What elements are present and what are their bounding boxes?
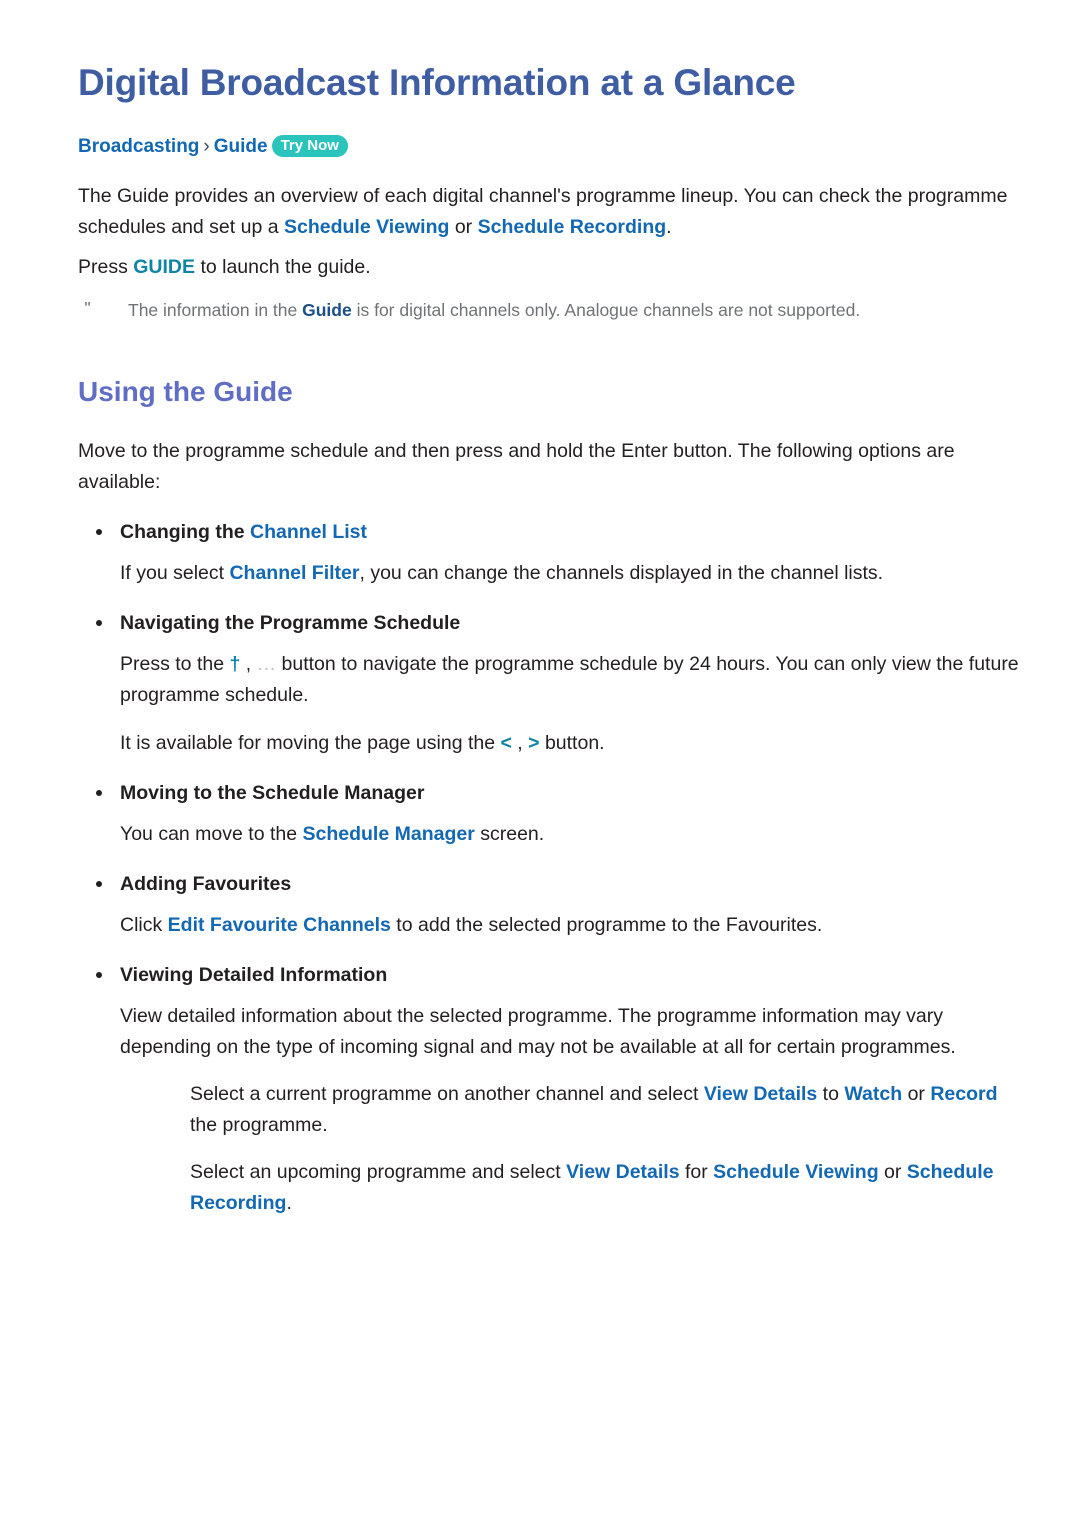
key-schedule-viewing-2[interactable]: Schedule Viewing xyxy=(713,1161,878,1183)
option-label: Viewing Detailed Information xyxy=(120,963,388,986)
breadcrumb-item-broadcasting[interactable]: Broadcasting xyxy=(78,136,199,157)
intro-text-3: or xyxy=(449,216,478,239)
note-marker-icon: " xyxy=(84,299,92,317)
body2-text-1: It is available for moving the page usin… xyxy=(120,731,501,754)
key-edit-favourite-channels[interactable]: Edit Favourite Channels xyxy=(168,914,391,936)
option-label: Adding Favourites xyxy=(120,872,292,895)
sub1-text-1: Select a current programme on another ch… xyxy=(190,1082,704,1105)
body-text-2: to add the selected programme to the Fav… xyxy=(390,913,823,936)
note-text-1: The information in the xyxy=(128,300,303,321)
body-text-1: Click xyxy=(120,913,168,936)
note-line: " The information in the Guide is for dig… xyxy=(78,296,1020,324)
key-guide-button[interactable]: GUIDE xyxy=(133,256,195,278)
body-text-2: , you can change the channels displayed … xyxy=(359,561,884,584)
page-title: Digital Broadcast Information at a Glanc… xyxy=(78,62,796,103)
bullet-icon xyxy=(96,880,102,887)
option-body-viewing-detailed-information: View detailed information about the sele… xyxy=(120,1004,956,1058)
intro-text-4: . xyxy=(666,216,672,239)
key-schedule-recording[interactable]: Schedule Recording xyxy=(478,216,667,238)
section-intro-paragraph: Move to the programme schedule and then … xyxy=(78,439,955,493)
breadcrumb-item-guide[interactable]: Guide xyxy=(214,136,268,157)
document-page: Digital Broadcast Information at a Glanc… xyxy=(0,0,1080,1527)
option-label-prefix: Changing the xyxy=(120,520,250,543)
body-text-2: screen. xyxy=(474,822,545,845)
key-view-details[interactable]: View Details xyxy=(704,1083,817,1105)
sub1-text-2: to xyxy=(817,1082,845,1105)
section-heading-using-the-guide: Using the Guide xyxy=(78,376,293,408)
option-label: Navigating the Programme Schedule xyxy=(120,611,461,634)
sub2-text-4: . xyxy=(286,1191,292,1214)
bullet-icon xyxy=(96,789,102,796)
sub2-text-2: for xyxy=(679,1160,714,1183)
sub1-text-4: the programme. xyxy=(190,1113,328,1136)
options-list: Changing the Channel List If you select … xyxy=(78,517,1020,1219)
body2-text-2: , xyxy=(511,731,529,754)
bullet-icon xyxy=(96,619,102,626)
option-label: Moving to the Schedule Manager xyxy=(120,781,425,804)
option-body-adding-favourites: Click Edit Favourite Channels to add the… xyxy=(120,910,1020,941)
key-schedule-viewing[interactable]: Schedule Viewing xyxy=(284,216,449,238)
sub2-text-1: Select an upcoming programme and select xyxy=(190,1160,567,1183)
key-watch[interactable]: Watch xyxy=(844,1083,902,1105)
body2-text-3: button. xyxy=(539,731,605,754)
sub-body-upcoming-programme: Select an upcoming programme and select … xyxy=(190,1157,1020,1219)
sub1-text-3: or xyxy=(902,1082,931,1105)
option-changing-the-channel-list: Changing the Channel List xyxy=(78,517,1020,547)
option-navigating-the-programme-schedule: Navigating the Programme Schedule xyxy=(78,608,1020,638)
option-body-navigating: Press to the † , … button to navigate th… xyxy=(120,649,1020,711)
right-arrow-key-icon: > xyxy=(528,731,540,754)
key-schedule-manager[interactable]: Schedule Manager xyxy=(303,823,475,845)
key-channel-filter[interactable]: Channel Filter xyxy=(229,562,359,584)
bullet-icon xyxy=(96,528,102,535)
body-text-1: If you select xyxy=(120,561,230,584)
option-viewing-detailed-information: Viewing Detailed Information xyxy=(78,960,1020,990)
note-text-2: is for digital channels only. Analogue c… xyxy=(351,300,861,321)
sub-body-current-programme: Select a current programme on another ch… xyxy=(190,1079,1020,1141)
option-moving-to-the-schedule-manager: Moving to the Schedule Manager xyxy=(78,778,1020,808)
intro-paragraph-2: Press GUIDE to launch the guide. xyxy=(78,252,1008,283)
option-body-channel-list: If you select Channel Filter, you can ch… xyxy=(120,558,1020,589)
bullet-icon xyxy=(96,971,102,978)
sub2-text-3: or xyxy=(878,1160,907,1183)
try-now-badge[interactable]: Try Now xyxy=(271,134,348,157)
intro-paragraph-1: The Guide provides an overview of each d… xyxy=(78,181,1008,243)
option-adding-favourites: Adding Favourites xyxy=(78,869,1020,899)
up-arrow-key-icon: † xyxy=(229,652,241,675)
body-text-2: , xyxy=(240,652,257,675)
intro-text-1: The Guide provides an overview of each d… xyxy=(78,185,903,208)
option-body-navigating-2: It is available for moving the page usin… xyxy=(120,728,1020,759)
body-text-1: Press to the xyxy=(120,652,230,675)
left-arrow-key-icon: < xyxy=(500,731,512,754)
down-arrow-key-icon: … xyxy=(256,652,277,675)
key-channel-list[interactable]: Channel List xyxy=(250,521,367,543)
breadcrumb[interactable]: Broadcasting › Guide Try Now xyxy=(78,134,1020,160)
press-text: Press xyxy=(78,256,134,279)
launch-text: to launch the guide. xyxy=(195,256,371,279)
breadcrumb-separator-icon: › xyxy=(203,135,210,157)
option-body-schedule-manager: You can move to the Schedule Manager scr… xyxy=(120,819,1020,850)
key-record[interactable]: Record xyxy=(930,1083,997,1105)
body-text-1: You can move to the xyxy=(120,822,303,845)
key-guide: Guide xyxy=(302,300,352,321)
key-view-details-2[interactable]: View Details xyxy=(566,1161,679,1183)
